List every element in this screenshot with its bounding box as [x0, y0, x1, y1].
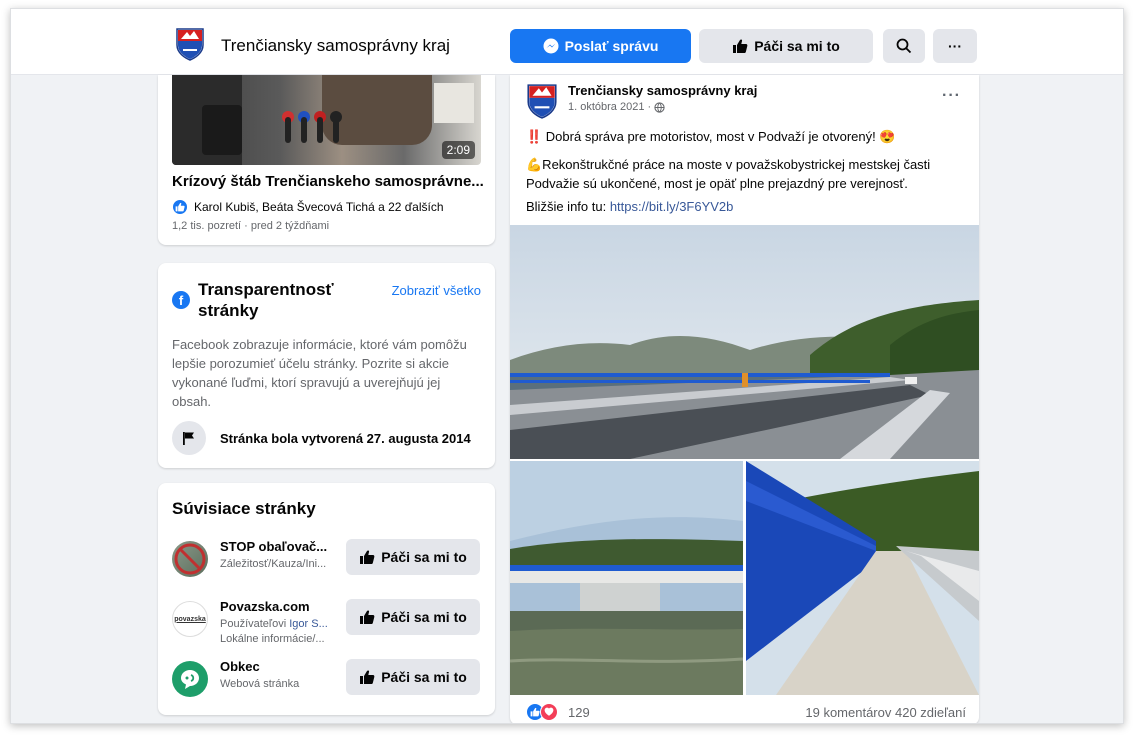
messenger-icon [543, 38, 559, 54]
video-duration: 2:09 [441, 141, 475, 159]
related-page-like-label: Páči sa mi to [381, 549, 467, 565]
related-page-friend-link[interactable]: Igor S... [289, 618, 328, 630]
related-page-item: povazska Povazska.com Používateľovi Igor… [172, 599, 482, 649]
search-icon [896, 38, 912, 54]
like-reaction-icon [172, 199, 188, 215]
thumbs-up-icon [360, 550, 375, 564]
flag-icon [172, 421, 206, 455]
post-reactions[interactable] [526, 703, 558, 721]
thumbs-up-icon [360, 610, 375, 624]
love-reaction-icon [540, 703, 558, 721]
page-name[interactable]: Trenčiansky samosprávny kraj [221, 36, 450, 56]
related-page-name[interactable]: STOP obaľovač... [220, 539, 327, 554]
post-more-button[interactable]: ··· [942, 87, 961, 105]
video-card: 2:09 Krízový štáb Trenčianskeho samosprá… [158, 75, 495, 245]
video-thumbnail[interactable]: 2:09 [172, 75, 481, 165]
post-photo-bridge-road[interactable] [510, 225, 979, 459]
send-message-button[interactable]: Poslať správu [510, 29, 691, 63]
video-reactors-text: Karol Kubiš, Beáta Švecová Tichá a 22 ďa… [194, 200, 444, 214]
transparency-title: Transparentnosť stránky [198, 280, 334, 320]
related-page-category: Lokálne informácie/... [220, 633, 325, 645]
post-text-link-line: Bližšie info tu: https://bit.ly/3F6YV2b [526, 199, 733, 214]
post-photo-bridge-river[interactable] [510, 461, 743, 695]
related-page-name[interactable]: Obkec [220, 659, 260, 674]
post-text-body: 💪Rekonštrukčné práce na moste v považsko… [526, 157, 931, 191]
stop-page-avatar[interactable] [172, 541, 208, 577]
globe-icon [654, 101, 665, 113]
related-page-friends: Používateľovi Igor S... Lokálne informác… [220, 617, 328, 647]
related-page-like-label: Páči sa mi to [381, 609, 467, 625]
like-page-label: Páči sa mi to [754, 38, 840, 54]
see-all-link[interactable]: Zobraziť všetko [392, 283, 481, 298]
post-link[interactable]: https://bit.ly/3F6YV2b [610, 199, 734, 214]
page-created-date: Stránka bola vytvorená 27. augusta 2014 [220, 431, 471, 446]
povazska-page-avatar[interactable]: povazska [172, 601, 208, 637]
like-page-button[interactable]: Páči sa mi to [699, 29, 873, 63]
post-photo-bridge-walkway[interactable] [746, 461, 979, 695]
facebook-icon: f [172, 291, 190, 309]
post-date[interactable]: 1. októbra 2021 · [568, 101, 665, 113]
video-title[interactable]: Krízový štáb Trenčianskeho samosprávne..… [172, 173, 484, 190]
search-button[interactable] [883, 29, 925, 63]
thumbs-up-icon [360, 670, 375, 684]
transparency-description: Facebook zobrazuje informácie, ktoré vám… [172, 337, 467, 409]
video-meta: 1,2 tis. pozretí · pred 2 týždňami [172, 220, 330, 232]
related-page-name[interactable]: Povazska.com [220, 599, 310, 614]
related-page-item: Obkec Webová stránka Páči sa mi to [172, 659, 482, 709]
related-page-category: Záležitosť/Kauza/Ini... [220, 558, 327, 570]
post-stats[interactable]: 19 komentárov 420 zdieľaní [805, 705, 966, 720]
related-pages-card: Súvisiace stránky STOP obaľovač... Zálež… [158, 483, 495, 715]
post-date-text: 1. októbra 2021 · [568, 101, 652, 113]
send-message-label: Poslať správu [564, 38, 659, 54]
related-page-like-button[interactable]: Páči sa mi to [346, 599, 480, 635]
post-author-avatar-icon[interactable] [526, 83, 558, 119]
post-footer: 129 19 komentárov 420 zdieľaní [526, 703, 966, 723]
related-page-category: Webová stránka [220, 678, 300, 690]
related-page-like-button[interactable]: Páči sa mi to [346, 539, 480, 575]
obkec-page-avatar[interactable] [172, 661, 208, 697]
post-author-name[interactable]: Trenčiansky samosprávny kraj [568, 83, 757, 98]
related-page-friends-prefix: Používateľovi [220, 618, 290, 630]
related-page-like-button[interactable]: Páči sa mi to [346, 659, 480, 695]
page-logo-icon[interactable] [175, 27, 205, 61]
related-pages-title: Súvisiace stránky [172, 499, 316, 518]
page-header-bar: Trenčiansky samosprávny kraj Poslať sprá… [11, 9, 1123, 75]
more-options-button[interactable]: ··· [933, 29, 977, 63]
more-options-label: ··· [948, 38, 962, 54]
page-transparency-card: f Transparentnosť stránky Zobraziť všetk… [158, 263, 495, 468]
post-text-headline: ‼️ Dobrá správa pre motoristov, most v P… [526, 129, 896, 144]
related-page-like-label: Páči sa mi to [381, 669, 467, 685]
thumbs-up-icon [733, 39, 748, 53]
video-reactions[interactable]: Karol Kubiš, Beáta Švecová Tichá a 22 ďa… [172, 199, 444, 215]
facebook-page-window: Trenčiansky samosprávny kraj Poslať sprá… [10, 8, 1124, 724]
reaction-count[interactable]: 129 [568, 705, 590, 720]
related-page-item: STOP obaľovač... Záležitosť/Kauza/Ini...… [172, 539, 482, 589]
post-link-prefix: Bližšie info tu: [526, 199, 610, 214]
post-card: Trenčiansky samosprávny kraj 1. októbra … [510, 75, 979, 723]
